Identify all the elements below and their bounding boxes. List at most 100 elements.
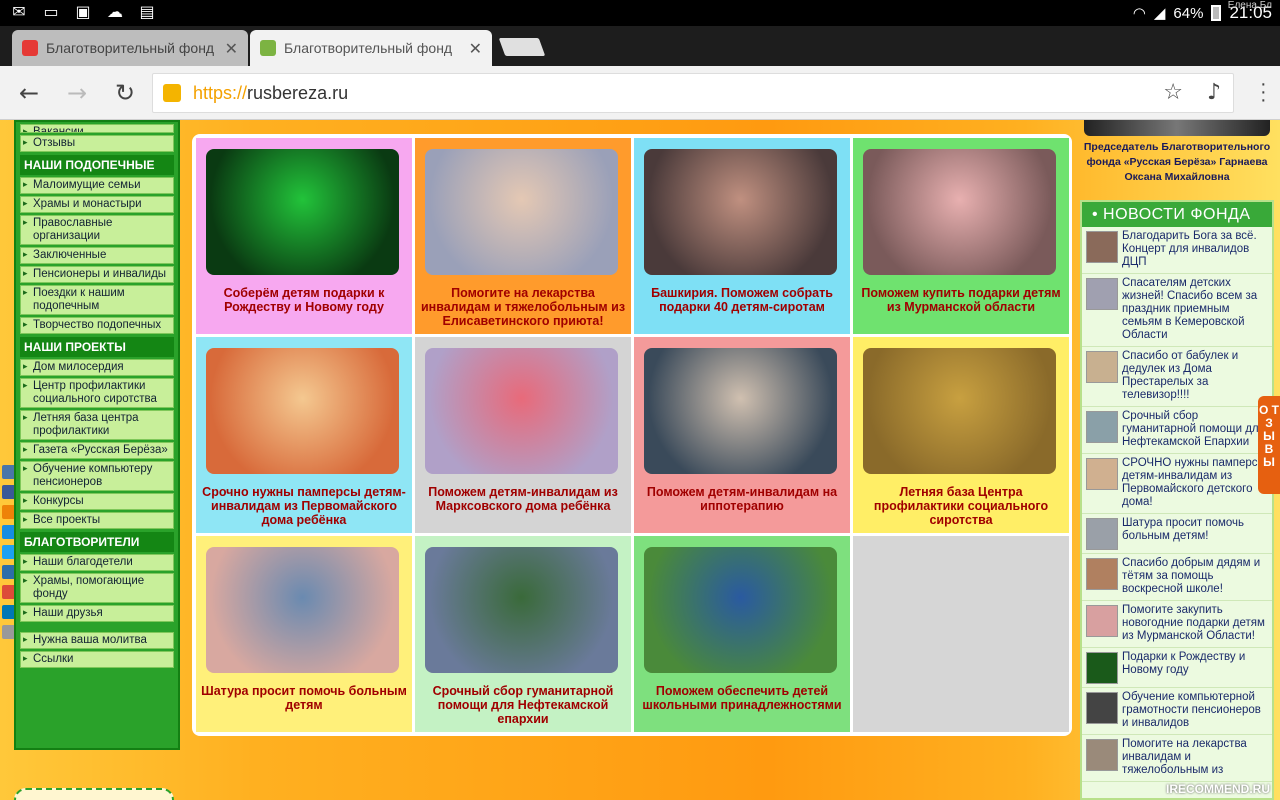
project-caption[interactable]: Шатура просит помочь больным детям [200,684,408,712]
nav-item[interactable]: Наши друзья [20,605,174,622]
nav-item[interactable]: Ссылки [20,651,174,668]
back-icon[interactable]: ← [14,78,44,108]
project-caption[interactable]: Поможем детям-инвалидам на иппотерапию [638,485,846,513]
news-item[interactable]: Спасателям детских жизней! Спасибо всем … [1082,274,1272,347]
nav-item[interactable]: Пенсионеры и инвалиды [20,266,174,283]
forward-icon[interactable]: → [62,78,92,108]
tab-1[interactable]: Благотворительный фонд ✕ [12,30,248,66]
project-caption[interactable]: Срочно нужны памперсы детям-инвалидам из… [200,485,408,527]
nav-item[interactable]: Обучение компьютеру пенсионеров [20,461,174,491]
project-card[interactable]: Летняя база Центра профилактики социальн… [853,337,1069,533]
news-item[interactable]: Подарки к Рождеству и Новому году [1082,648,1272,688]
news-item[interactable]: Шатура просит помочь больным детям! [1082,514,1272,554]
project-photo[interactable] [863,149,1056,275]
news-item[interactable]: Обучение компьютерной грамотности пенсио… [1082,688,1272,735]
project-caption[interactable]: Соберём детям подарки к Рождеству и Ново… [200,286,408,314]
news-item[interactable]: Спасибо от бабулек и дедулек из Дома Пре… [1082,347,1272,407]
project-caption[interactable]: Летняя база Центра профилактики социальн… [857,485,1065,527]
nav-item[interactable]: Творчество подопечных [20,317,174,334]
project-card[interactable]: Шатура просит помочь больным детям [196,536,412,732]
nav-item[interactable]: Летняя база центра профилактики [20,410,174,440]
project-photo[interactable] [644,547,837,673]
news-thumbnail[interactable] [1086,652,1118,684]
news-link[interactable]: Срочный сбор гуманитарной помощи для Неф… [1122,410,1265,448]
news-thumbnail[interactable] [1086,692,1118,724]
nav-item[interactable]: Нужна ваша молитва [20,632,174,649]
project-card[interactable]: Помогите на лекарства инвалидам и тяжело… [415,138,631,334]
project-card[interactable]: Срочно нужны памперсы детям-инвалидам из… [196,337,412,533]
nav-item[interactable]: Газета «Русская Берёза» [20,442,174,459]
news-item[interactable]: Помогите закупить новогодние подарки дет… [1082,601,1272,648]
reload-icon[interactable]: ↻ [110,78,140,108]
project-photo[interactable] [206,348,399,474]
close-tab-icon[interactable]: ✕ [225,39,238,58]
news-thumbnail[interactable] [1086,518,1118,550]
project-caption[interactable]: Помогите на лекарства инвалидам и тяжело… [419,286,627,328]
news-item[interactable]: СРОЧНО нужны памперсы детям-инвалидам из… [1082,454,1272,514]
microphone-icon[interactable]: ♪ [1207,80,1221,105]
project-photo[interactable] [206,547,399,673]
news-item[interactable]: Благодарить Бога за всё. Концерт для инв… [1082,227,1272,274]
new-tab-button[interactable] [498,38,546,56]
tab-2[interactable]: Благотворительный фонд ✕ [250,30,492,66]
news-link[interactable]: Подарки к Рождеству и Новому году [1122,651,1245,676]
news-thumbnail[interactable] [1086,605,1118,637]
news-link[interactable]: Обучение компьютерной грамотности пенсио… [1122,691,1261,729]
news-link[interactable]: Благодарить Бога за всё. Концерт для инв… [1122,230,1257,268]
project-photo[interactable] [425,348,618,474]
close-tab-icon[interactable]: ✕ [469,39,482,58]
url-text[interactable]: https://rusbereza.ru [193,83,348,104]
nav-item[interactable]: Поездки к нашим подопечным [20,285,174,315]
project-card[interactable]: Поможем обеспечить детей школьными прина… [634,536,850,732]
nav-item[interactable]: Малоимущие семьи [20,177,174,194]
news-thumbnail[interactable] [1086,411,1118,443]
nav-item[interactable]: Вакансии [20,124,174,133]
project-photo[interactable] [863,348,1056,474]
news-thumbnail[interactable] [1086,351,1118,383]
project-photo[interactable] [425,547,618,673]
reviews-side-tab[interactable]: О Т З Ы В Ы [1258,396,1280,494]
nav-item[interactable]: Все проекты [20,512,174,529]
project-card[interactable]: Поможем детям-инвалидам из Марксовского … [415,337,631,533]
news-link[interactable]: Спасателям детских жизней! Спасибо всем … [1122,277,1257,341]
project-card[interactable]: Поможем купить подарки детям из Мурманск… [853,138,1069,334]
project-caption[interactable]: Поможем обеспечить детей школьными прина… [638,684,846,712]
nav-item[interactable]: Дом милосердия [20,359,174,376]
address-bar[interactable]: https://rusbereza.ru ☆ ♪ [152,73,1234,113]
news-link[interactable]: Шатура просит помочь больным детям! [1122,517,1244,542]
news-thumbnail[interactable] [1086,278,1118,310]
nav-item[interactable]: Храмы, помогающие фонду [20,573,174,603]
project-photo[interactable] [425,149,618,275]
news-link[interactable]: Помогите на лекарства инвалидам и тяжело… [1122,738,1247,776]
news-link[interactable]: Помогите закупить новогодние подарки дет… [1122,604,1265,642]
nav-item[interactable]: Православные организации [20,215,174,245]
project-photo[interactable] [644,149,837,275]
project-caption[interactable]: Поможем детям-инвалидам из Марксовского … [419,485,627,513]
project-card[interactable]: Башкирия. Поможем собрать подарки 40 дет… [634,138,850,334]
news-thumbnail[interactable] [1086,558,1118,590]
project-caption[interactable]: Срочный сбор гуманитарной помощи для Неф… [419,684,627,726]
news-thumbnail[interactable] [1086,231,1118,263]
project-photo[interactable] [206,149,399,275]
news-item[interactable]: Спасибо добрым дядям и тётям за помощь в… [1082,554,1272,601]
news-thumbnail[interactable] [1086,458,1118,490]
news-item[interactable]: Помогите на лекарства инвалидам и тяжело… [1082,735,1272,782]
project-caption[interactable]: Башкирия. Поможем собрать подарки 40 дет… [638,286,846,314]
news-link[interactable]: СРОЧНО нужны памперсы детям-инвалидам из… [1122,457,1266,508]
news-link[interactable]: Спасибо добрым дядям и тётям за помощь в… [1122,557,1260,595]
bookmark-star-icon[interactable]: ☆ [1163,80,1183,105]
nav-item[interactable]: Центр профилактики социального сиротства [20,378,174,408]
project-photo[interactable] [644,348,837,474]
news-thumbnail[interactable] [1086,739,1118,771]
nav-item[interactable]: Заключенные [20,247,174,264]
project-caption[interactable]: Поможем купить подарки детям из Мурманск… [857,286,1065,314]
news-link[interactable]: Спасибо от бабулек и дедулек из Дома Пре… [1122,350,1238,401]
nav-item[interactable]: Отзывы [20,135,174,152]
project-card[interactable]: Срочный сбор гуманитарной помощи для Неф… [415,536,631,732]
nav-item[interactable]: Храмы и монастыри [20,196,174,213]
news-item[interactable]: Срочный сбор гуманитарной помощи для Неф… [1082,407,1272,454]
project-card[interactable]: Соберём детям подарки к Рождеству и Ново… [196,138,412,334]
project-card[interactable]: Поможем детям-инвалидам на иппотерапию [634,337,850,533]
nav-item[interactable]: Конкурсы [20,493,174,510]
menu-icon[interactable]: · · · [1260,74,1268,110]
